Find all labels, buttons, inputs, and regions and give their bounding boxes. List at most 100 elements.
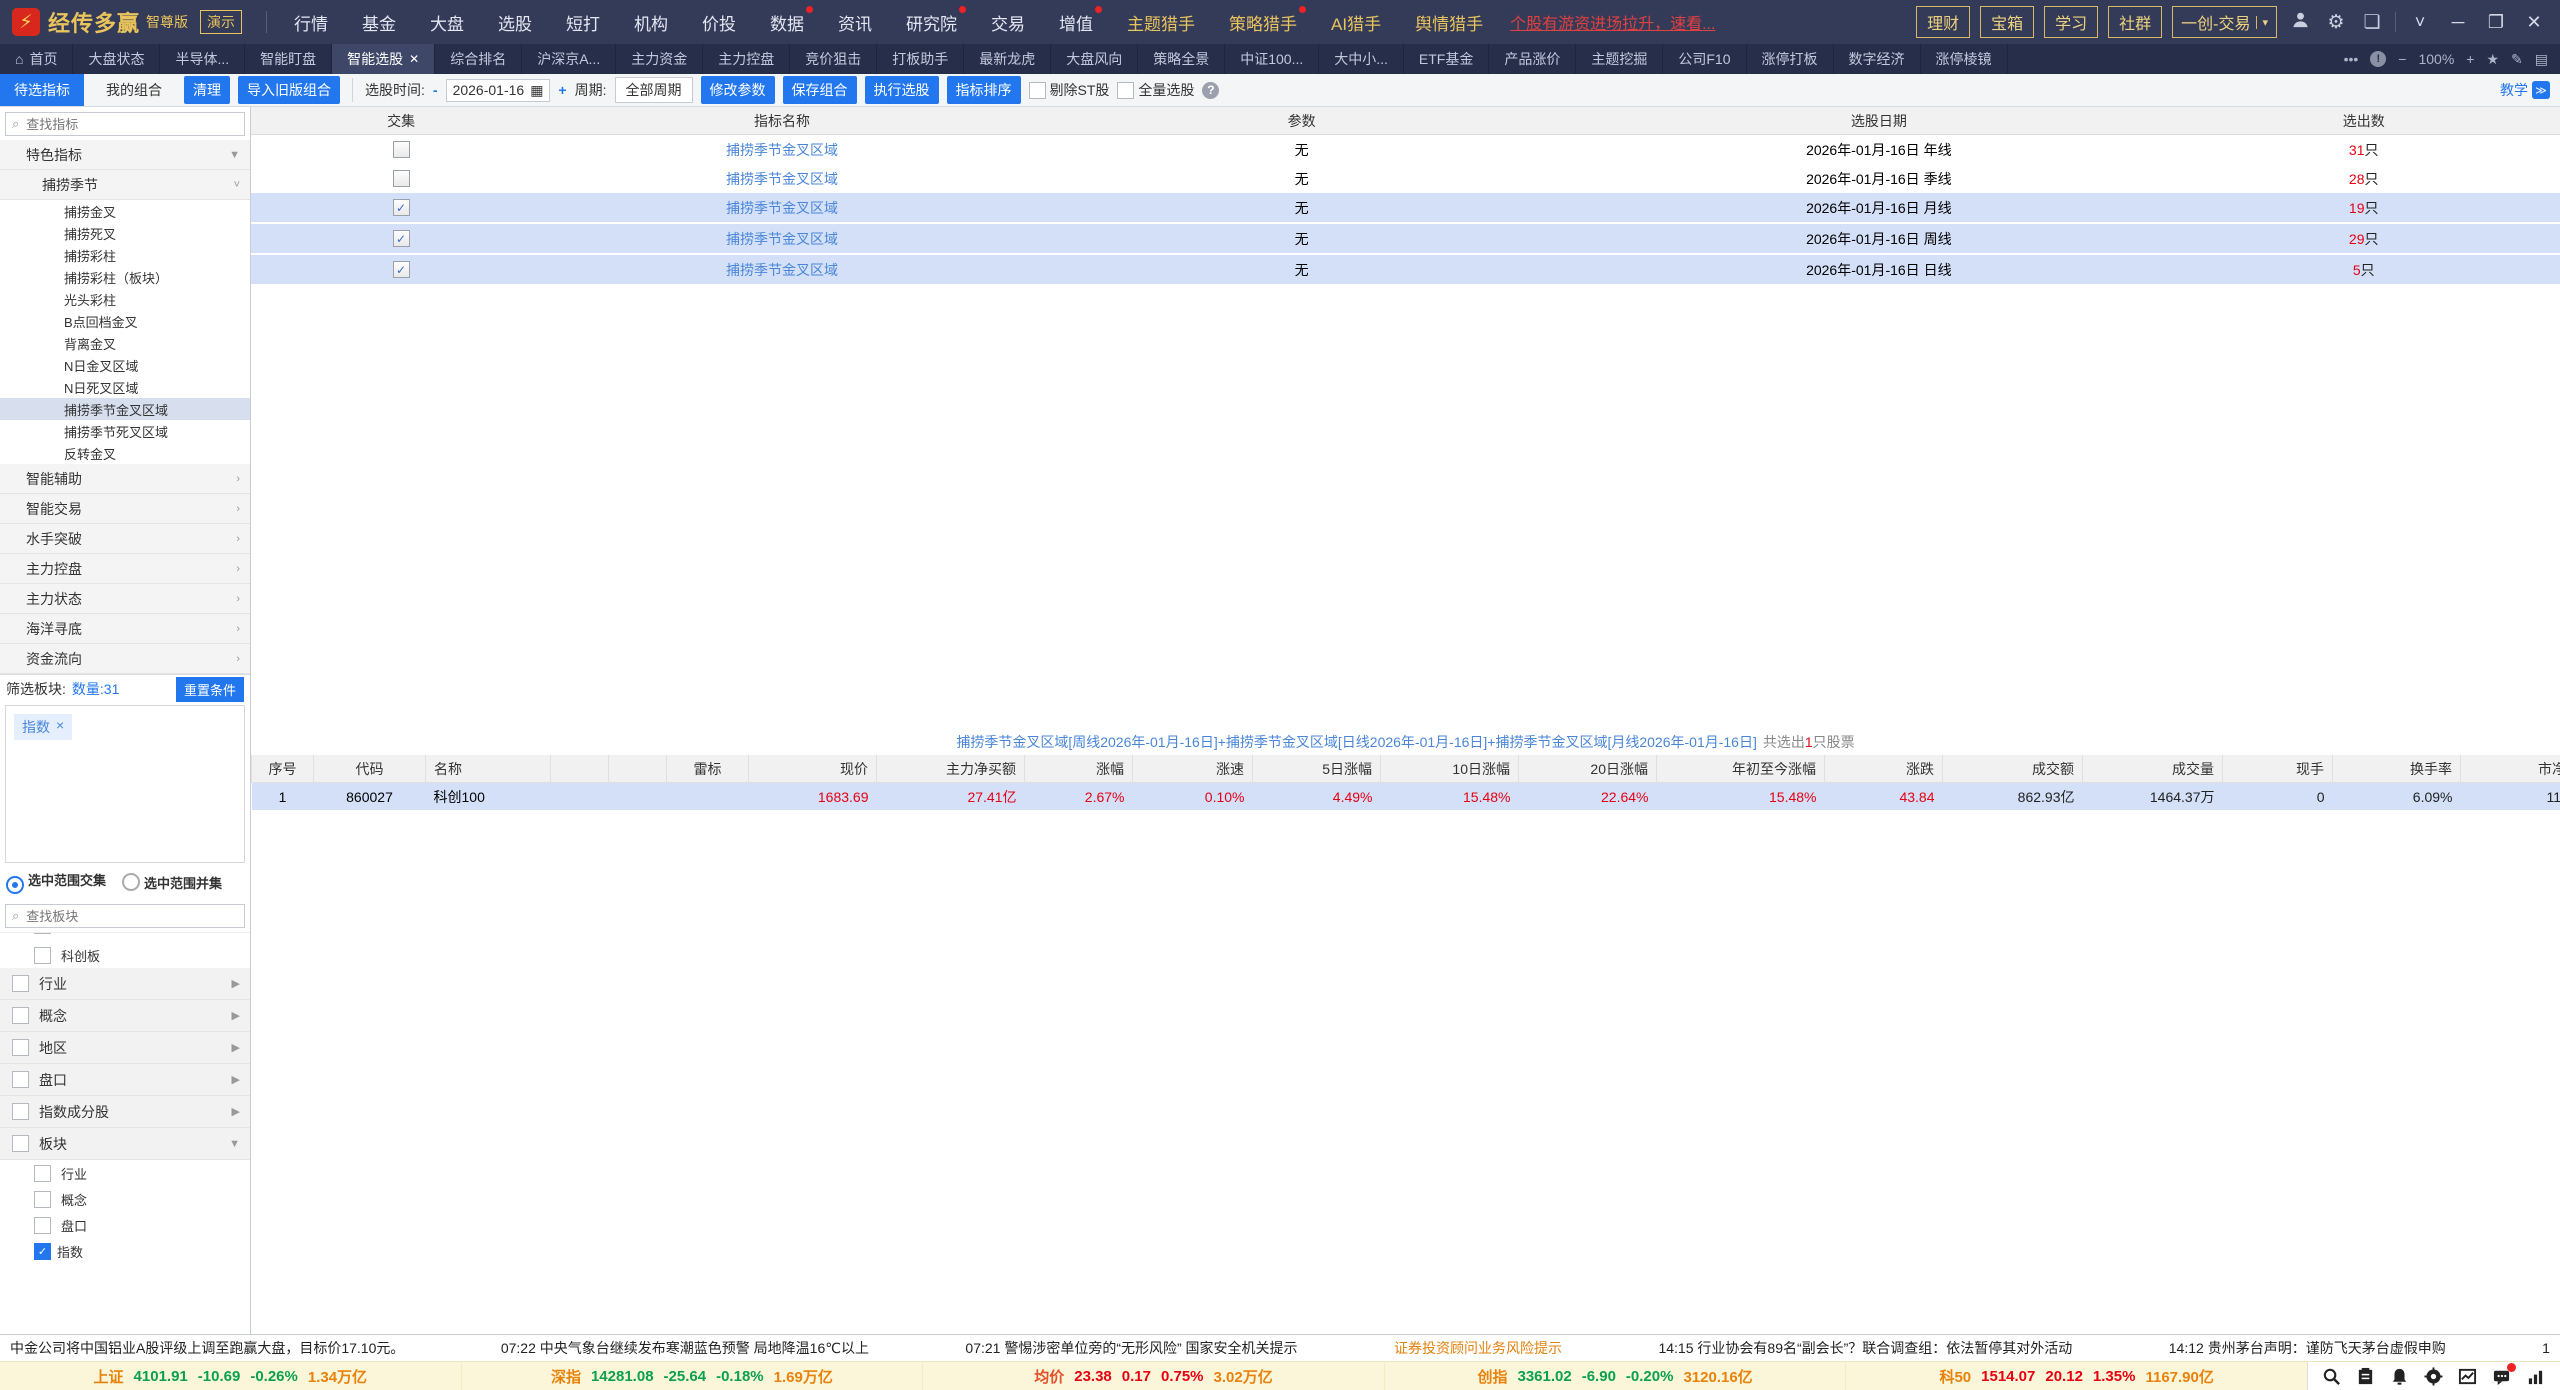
- news-item[interactable]: 14:15 行业协会有89名“副会长”？联合调查组：依法暂停其对外活动: [1658, 1338, 2072, 1358]
- tree-leaf-selected[interactable]: 捕捞季节金叉区域: [0, 398, 250, 420]
- result-row[interactable]: 1 860027 科创100 1683.69 27.41亿 2.67% 0.10…: [252, 783, 2560, 811]
- board-group-region[interactable]: 地区▶: [0, 1032, 250, 1064]
- tab-csi100[interactable]: 中证100...: [1225, 44, 1319, 74]
- indicator-link[interactable]: 捕捞季节金叉区域: [551, 229, 1013, 249]
- menu-news[interactable]: 资讯: [821, 10, 889, 35]
- news-item-risk-notice[interactable]: 证券投资顾问业务风险提示: [1394, 1338, 1562, 1358]
- clean-button[interactable]: 清理: [184, 76, 230, 104]
- community-button[interactable]: 社群: [2108, 6, 2162, 38]
- indicator-search[interactable]: ⌕: [5, 112, 245, 136]
- news-item[interactable]: 中金公司将中国铝业A股评级上调至跑赢大盘，目标价17.10元。: [10, 1338, 404, 1358]
- col-10d[interactable]: 10日涨幅: [1381, 755, 1519, 783]
- menu-sentiment-hunter[interactable]: 舆情猎手: [1398, 10, 1500, 35]
- chip-close-icon[interactable]: ×: [56, 717, 64, 737]
- period-select[interactable]: 全部周期: [615, 77, 693, 103]
- zoom-out-button[interactable]: −: [2398, 51, 2406, 67]
- save-combo-button[interactable]: 保存组合: [783, 76, 857, 104]
- tab-market-state[interactable]: 大盘状态: [73, 44, 160, 74]
- col-pct[interactable]: 涨幅: [1025, 755, 1133, 783]
- col-price[interactable]: 现价: [749, 755, 877, 783]
- tab-large-mid-small[interactable]: 大中小...: [1319, 44, 1404, 74]
- minimize-button[interactable]: ─: [2444, 12, 2472, 33]
- teach-link[interactable]: 教学≫: [2500, 80, 2550, 100]
- board-child-industry[interactable]: 行业: [0, 1160, 250, 1186]
- tab-market-wind[interactable]: 大盘风向: [1051, 44, 1138, 74]
- news-item[interactable]: 14:12 贵州茅台声明：谨防飞天茅台虚假申购: [2169, 1338, 2446, 1358]
- favorite-icon[interactable]: ★: [2486, 51, 2499, 68]
- row-checkbox[interactable]: [393, 170, 410, 187]
- menu-trade[interactable]: 交易: [974, 10, 1042, 35]
- tree-leaf[interactable]: 光头彩柱: [0, 288, 250, 310]
- modify-params-button[interactable]: 修改参数: [701, 76, 775, 104]
- zoom-in-button[interactable]: +: [2466, 51, 2474, 67]
- tab-hsj-a[interactable]: 沪深京A...: [522, 44, 616, 74]
- clipboard-icon[interactable]: [2356, 1366, 2376, 1386]
- row-checkbox-checked[interactable]: ✓: [393, 261, 410, 278]
- menu-stock-pick[interactable]: 选股: [481, 10, 549, 35]
- menu-market[interactable]: 大盘: [413, 10, 481, 35]
- index-chinext[interactable]: 创指 3361.02 -6.90 -0.20% 3120.16亿: [1384, 1362, 1846, 1390]
- tab-limit-board[interactable]: 涨停打板: [1747, 44, 1834, 74]
- run-pick-button[interactable]: 执行选股: [865, 76, 939, 104]
- tab-theme-mining[interactable]: 主题挖掘: [1576, 44, 1663, 74]
- col-pb[interactable]: 市净率: [2461, 755, 2560, 783]
- radio-intersect[interactable]: 选中范围交集: [6, 870, 106, 894]
- tab-f10[interactable]: 公司F10: [1663, 44, 1746, 74]
- tree-group-fishing-season[interactable]: 捕捞季节˅: [0, 170, 250, 200]
- tab-product-price[interactable]: 产品涨价: [1489, 44, 1576, 74]
- menu-theme-hunter[interactable]: 主题猎手: [1110, 10, 1212, 35]
- col-amount[interactable]: 成交额: [1943, 755, 2083, 783]
- tree-group-smart-assist[interactable]: 智能辅助›: [0, 464, 250, 494]
- tree-leaf[interactable]: 反转金叉: [0, 442, 250, 464]
- col-chg[interactable]: 涨跌: [1825, 755, 1943, 783]
- tab-pending-indicators[interactable]: 待选指标: [0, 74, 84, 106]
- tree-leaf[interactable]: 捕捞彩柱: [0, 244, 250, 266]
- message-icon[interactable]: [2492, 1366, 2512, 1386]
- close-icon[interactable]: ✕: [409, 52, 419, 66]
- close-button[interactable]: ✕: [2520, 12, 2548, 33]
- board-group-index-constituents[interactable]: 指数成分股▶: [0, 1096, 250, 1128]
- col-speed[interactable]: 涨速: [1133, 755, 1253, 783]
- col-turnover[interactable]: 换手率: [2333, 755, 2461, 783]
- tab-ranking[interactable]: 综合排名: [435, 44, 522, 74]
- tab-auction-snipe[interactable]: 竞价狙击: [790, 44, 877, 74]
- indicator-link[interactable]: 捕捞季节金叉区域: [551, 169, 1013, 189]
- menu-strategy-hunter[interactable]: 策略猎手: [1212, 10, 1314, 35]
- edit-icon[interactable]: ✎: [2511, 51, 2523, 68]
- search-icon[interactable]: [2322, 1366, 2342, 1386]
- help-icon[interactable]: ?: [1202, 82, 1219, 99]
- indicator-link[interactable]: 捕捞季节金叉区域: [551, 198, 1013, 218]
- tab-smart-pick[interactable]: 智能选股✕: [332, 44, 435, 74]
- broker-trade-button[interactable]: 一创-交易▾: [2172, 6, 2277, 38]
- menu-funds[interactable]: 基金: [345, 10, 413, 35]
- layout-icon[interactable]: ▤: [2535, 51, 2548, 68]
- tab-my-combos[interactable]: 我的组合: [92, 74, 176, 106]
- board-child-order-flow[interactable]: 盘口: [0, 1212, 250, 1238]
- chart-icon[interactable]: [2458, 1366, 2478, 1386]
- tab-etf[interactable]: ETF基金: [1404, 44, 1489, 74]
- indicator-link[interactable]: 捕捞季节金叉区域: [551, 260, 1013, 280]
- index-shanghai[interactable]: 上证 4101.91 -10.69 -0.26% 1.34万亿: [0, 1362, 461, 1390]
- full-pick-checkbox[interactable]: 全量选股: [1117, 80, 1194, 100]
- tab-main-control[interactable]: 主力控盘: [703, 44, 790, 74]
- panel-icon[interactable]: ❏: [2359, 11, 2385, 34]
- index-average-price[interactable]: 均价 23.38 0.17 0.75% 3.02万亿: [922, 1362, 1384, 1390]
- tree-leaf[interactable]: N日金叉区域: [0, 354, 250, 376]
- menu-institutions[interactable]: 机构: [617, 10, 685, 35]
- import-old-combo-button[interactable]: 导入旧版组合: [238, 76, 340, 104]
- indicator-sort-button[interactable]: 指标排序: [947, 76, 1021, 104]
- more-tabs-icon[interactable]: •••: [2344, 51, 2359, 67]
- tree-leaf[interactable]: 捕捞金叉: [0, 200, 250, 222]
- index-star50[interactable]: 科50 1514.07 20.12 1.35% 1167.90亿: [1845, 1362, 2307, 1390]
- exclude-st-checkbox[interactable]: 剔除ST股: [1029, 80, 1110, 100]
- date-decrement-button[interactable]: -: [433, 82, 438, 98]
- col-name[interactable]: 名称: [426, 755, 551, 783]
- collapse-icon[interactable]: ˅: [2406, 12, 2434, 33]
- alert-icon[interactable]: !: [2370, 51, 2386, 67]
- menu-research[interactable]: 研究院: [889, 10, 974, 35]
- signal-bars-icon[interactable]: [2526, 1366, 2546, 1386]
- board-group-order-flow[interactable]: 盘口▶: [0, 1064, 250, 1096]
- tree-group-ocean-bottom[interactable]: 海洋寻底›: [0, 614, 250, 644]
- menu-quotes[interactable]: 行情: [277, 10, 345, 35]
- board-group-boards[interactable]: 板块▼: [0, 1128, 250, 1160]
